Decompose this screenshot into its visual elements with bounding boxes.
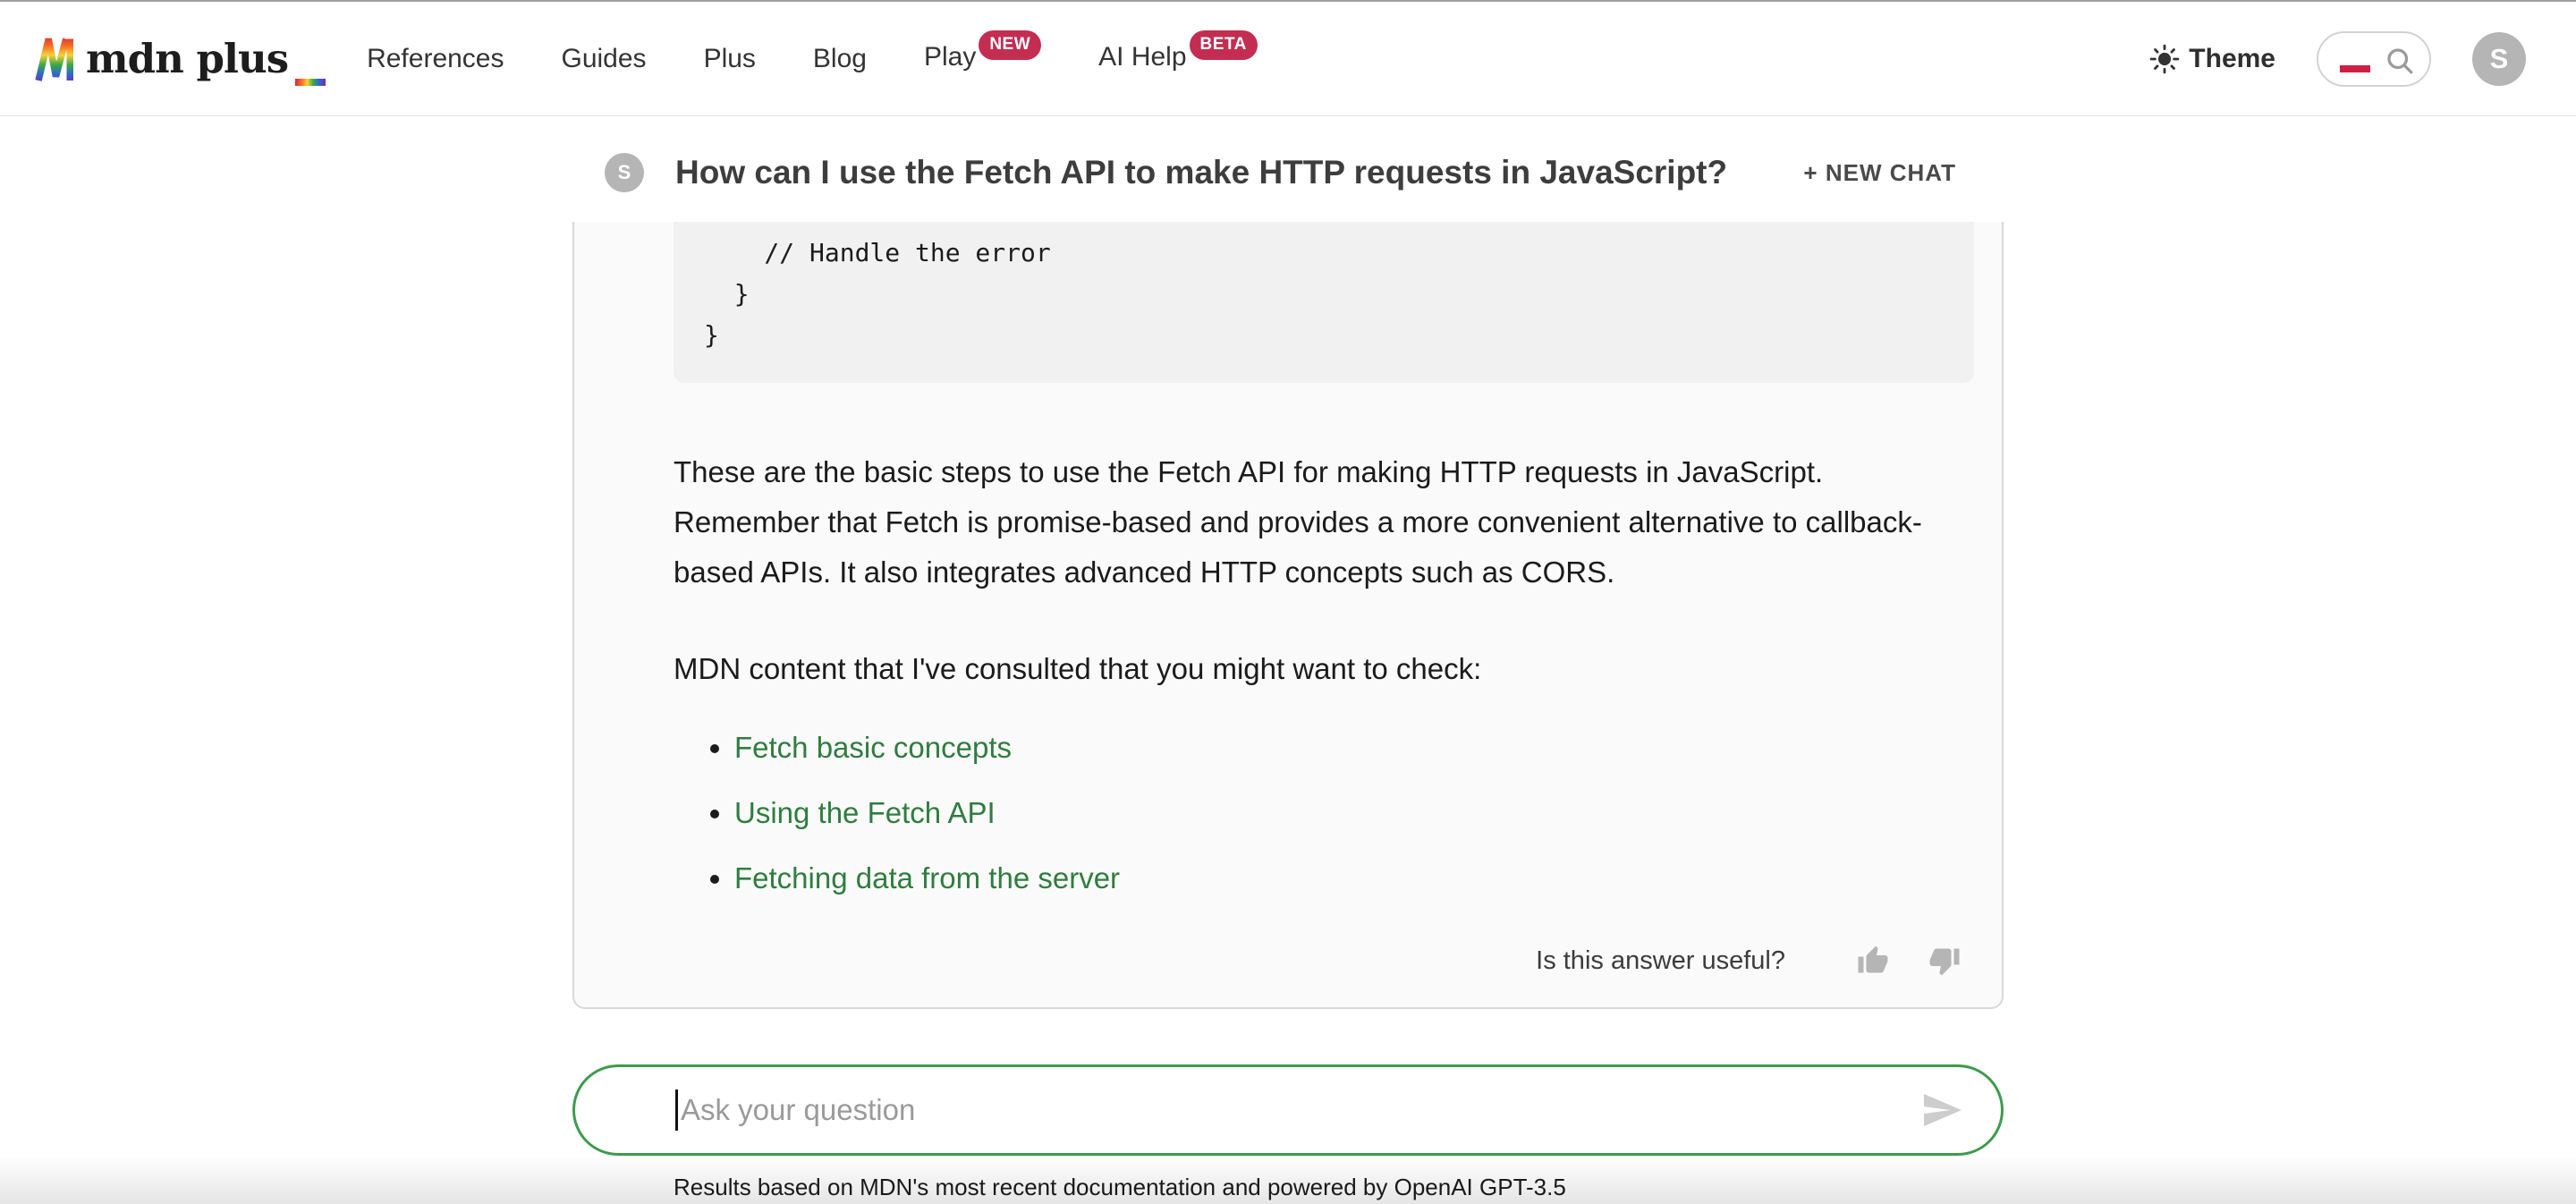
nav-item-ai-help[interactable]: AI HelpBETA <box>1098 42 1258 76</box>
list-item: Fetch basic concepts <box>734 723 2002 773</box>
rainbow-underscore <box>295 79 326 86</box>
theme-toggle-button[interactable]: Theme <box>2149 44 2275 74</box>
beta-badge: BETA <box>1190 30 1258 60</box>
new-badge: NEW <box>979 30 1041 60</box>
nav-item-plus[interactable]: Plus <box>704 44 756 74</box>
nav-item-label: Plus <box>704 44 756 73</box>
thumbs-down-button[interactable] <box>1928 945 1961 977</box>
nav-item-label: Play <box>924 42 976 72</box>
code-line: // Handle the error <box>674 233 1974 274</box>
theme-label: Theme <box>2189 44 2275 74</box>
mdn-logo-icon <box>34 35 75 83</box>
source-link-using-the-fetch-api[interactable]: Using the Fetch API <box>734 796 996 829</box>
code-line: } <box>674 315 1974 356</box>
search-input[interactable] <box>2317 31 2431 87</box>
nav-item-blog[interactable]: Blog <box>813 44 867 74</box>
question-title: How can I use the Fetch API to make HTTP… <box>675 154 1727 191</box>
avatar-initial: S <box>618 161 631 184</box>
sources-intro: MDN content that I've consulted that you… <box>674 644 1962 694</box>
thumbs-up-icon <box>1857 945 1889 977</box>
source-link-fetch-basic-concepts[interactable]: Fetch basic concepts <box>734 731 1012 764</box>
nav-item-label: References <box>367 44 504 73</box>
navbar-right-group: Theme S <box>2149 31 2526 87</box>
code-line: } <box>674 274 1974 315</box>
disclaimer-text: Results based on MDN's most recent docum… <box>674 1174 2004 1201</box>
nav-item-label: AI Help <box>1098 42 1186 72</box>
list-item: Using the Fetch API <box>734 788 2002 838</box>
nav-item-references[interactable]: References <box>367 44 504 74</box>
new-chat-button[interactable]: + NEW CHAT <box>1803 159 1956 187</box>
question-input[interactable]: Ask your question <box>572 1064 2004 1156</box>
send-button[interactable] <box>1920 1089 1963 1132</box>
main-nav: References Guides Plus Blog PlayNEW AI H… <box>367 42 1258 76</box>
mdn-plus-logo[interactable]: mdn plus <box>34 30 326 88</box>
feedback-question: Is this answer useful? <box>1536 946 1785 976</box>
nav-item-play[interactable]: PlayNEW <box>924 42 1041 76</box>
thumbs-down-icon <box>1928 945 1961 977</box>
feedback-row: Is this answer useful? <box>1536 945 1961 977</box>
brand-wordmark: mdn plus <box>86 35 288 82</box>
answer-paragraph: These are the basic steps to use the Fet… <box>674 447 1962 598</box>
chat-header: S How can I use the Fetch API to make HT… <box>572 153 2004 192</box>
code-block: // Handle the error } } <box>674 222 1974 383</box>
nav-item-label: Guides <box>562 44 647 73</box>
list-item: Fetching data from the server <box>734 853 2002 903</box>
answer-card: // Handle the error } } These are the ba… <box>572 222 2004 1009</box>
navbar: mdn plus References Guides Plus Blog Pla… <box>0 0 2576 116</box>
thumbs-up-button[interactable] <box>1857 945 1889 977</box>
ai-help-main: S How can I use the Fetch API to make HT… <box>572 153 2004 1201</box>
sun-icon <box>2149 44 2180 74</box>
nav-item-guides[interactable]: Guides <box>562 44 647 74</box>
avatar-initial: S <box>2490 43 2509 75</box>
text-caret <box>675 1090 678 1131</box>
question-input-placeholder: Ask your question <box>681 1093 915 1127</box>
send-icon <box>1920 1089 1963 1132</box>
nav-item-label: Blog <box>813 44 867 73</box>
search-cursor-dash <box>2340 65 2370 72</box>
search-icon <box>2384 45 2416 77</box>
sources-list: Fetch basic concepts Using the Fetch API… <box>674 723 2002 903</box>
user-avatar[interactable]: S <box>2472 32 2526 86</box>
question-avatar: S <box>605 153 644 192</box>
source-link-fetching-data-from-the-server[interactable]: Fetching data from the server <box>734 861 1120 895</box>
